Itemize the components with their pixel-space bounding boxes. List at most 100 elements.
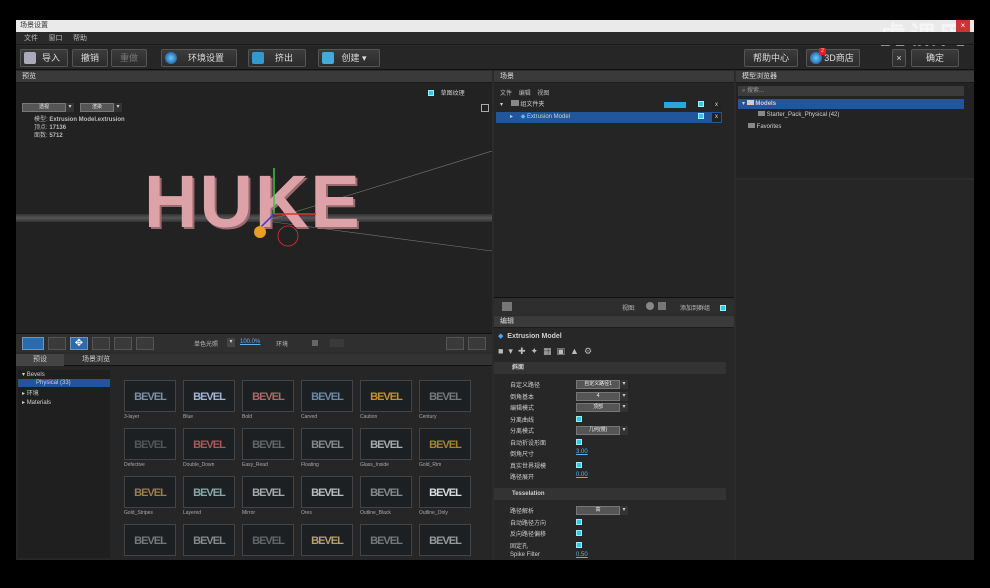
tree-item-materials[interactable]: ▸ Materials — [18, 398, 110, 407]
prop-checkbox[interactable] — [576, 438, 582, 445]
preset-thumb[interactable]: BEVEL — [124, 524, 176, 556]
import-button[interactable]: 导入 — [20, 49, 68, 67]
preview-tab[interactable]: 预览 — [16, 71, 492, 83]
preset-thumb[interactable]: BEVEL — [183, 380, 235, 412]
scene-menu-view[interactable]: 视图 — [537, 91, 549, 97]
window-close-icon[interactable]: × — [956, 20, 970, 32]
section-tesselation[interactable]: Tesselation — [494, 488, 726, 500]
scene-tab[interactable]: 场景 — [494, 71, 734, 83]
prop-dropdown[interactable]: 4 — [576, 391, 628, 401]
cancel-icon[interactable]: × — [892, 49, 906, 67]
env-swatch[interactable] — [330, 339, 344, 347]
group-toggle[interactable] — [664, 102, 686, 108]
create-button[interactable]: 创建 ▾ — [318, 49, 380, 67]
tree-item-env[interactable]: ▸ 环境 — [18, 387, 110, 398]
preset-thumb[interactable]: BEVEL — [419, 524, 471, 556]
preset-thumb[interactable]: BEVEL — [301, 428, 353, 460]
preset-thumb[interactable]: BEVEL — [360, 476, 412, 508]
menu-file[interactable]: 文件 — [24, 32, 38, 45]
preset-thumb[interactable]: BEVEL — [242, 380, 294, 412]
prop-dropdown[interactable]: 自定义路径1 — [576, 380, 628, 389]
prop-number[interactable]: 3.00 — [576, 449, 588, 455]
menu-help[interactable]: 帮助 — [73, 32, 87, 45]
render-dropdown[interactable]: 渲染 — [80, 103, 122, 112]
browser-item-starter-pack[interactable]: Starter_Pack_Physical (42) — [758, 111, 839, 118]
preset-thumb[interactable]: BEVEL — [124, 380, 176, 412]
scale-icon[interactable] — [114, 337, 132, 350]
prop-dropdown[interactable]: 高 — [576, 506, 628, 515]
prop-number[interactable]: 0.50 — [576, 552, 588, 558]
grid-icon[interactable] — [658, 302, 666, 310]
transform-gizmo[interactable] — [246, 166, 336, 256]
preset-thumb[interactable]: BEVEL — [242, 428, 294, 460]
preset-thumb[interactable]: BEVEL — [124, 428, 176, 460]
prop-checkbox[interactable] — [576, 461, 582, 468]
preset-thumb[interactable]: BEVEL — [360, 380, 412, 412]
move-icon[interactable]: ✥ — [70, 337, 88, 350]
view-dropdown[interactable]: 透视 — [22, 103, 74, 112]
prop-checkbox[interactable] — [576, 530, 582, 536]
section-bevel[interactable]: 斜面 — [494, 362, 726, 374]
add-to-group-checkbox[interactable] — [720, 302, 726, 312]
preset-thumb[interactable]: BEVEL — [183, 476, 235, 508]
menu-window[interactable]: 窗口 — [49, 32, 63, 45]
browser-item-models[interactable]: ▾ Models — [738, 99, 964, 109]
confirm-button[interactable]: 确定 — [911, 49, 959, 67]
group-folder-row[interactable]: ▾ 组文件夹 x — [496, 100, 722, 111]
rotate-icon[interactable] — [92, 337, 110, 350]
group-visible[interactable] — [698, 100, 704, 111]
scene-menu-edit[interactable]: 编辑 — [519, 91, 531, 97]
prop-checkbox[interactable] — [576, 415, 582, 422]
preset-thumb[interactable]: BEVEL — [360, 428, 412, 460]
environment-button[interactable]: 环境设置 — [161, 49, 237, 67]
view-icon[interactable] — [646, 302, 654, 310]
prop-checkbox[interactable] — [576, 518, 582, 525]
help-center-button[interactable]: 帮助中心 — [744, 49, 798, 67]
redo-button[interactable]: 重做 — [111, 49, 147, 67]
preset-thumb[interactable]: BEVEL — [419, 476, 471, 508]
prop-number[interactable]: 0.00 — [576, 472, 588, 478]
axis-icon[interactable] — [136, 337, 154, 350]
edit-tool-icons[interactable]: ■▾✚✦▦▣▲⚙ — [498, 346, 648, 358]
new-folder-icon[interactable] — [502, 302, 512, 311]
prop-checkbox[interactable] — [576, 541, 582, 548]
preset-thumb[interactable]: BEVEL — [183, 428, 235, 460]
preset-thumb[interactable]: BEVEL — [183, 524, 235, 556]
preset-thumb[interactable]: BEVEL — [419, 380, 471, 412]
group-close-icon[interactable]: x — [712, 101, 721, 110]
preset-thumb[interactable]: BEVEL — [124, 476, 176, 508]
texture-checkbox[interactable] — [428, 90, 434, 97]
tree-item-physical[interactable]: Physical (33) — [18, 379, 110, 387]
scene-menu-file[interactable]: 文件 — [500, 91, 512, 97]
screen-icon[interactable] — [468, 337, 486, 350]
undo-button[interactable]: 撤销 — [72, 49, 108, 67]
3d-store-button[interactable]: 3D商店 2 — [806, 48, 860, 67]
tab-presets[interactable]: 预设 — [16, 354, 64, 366]
zoom-value[interactable]: 100.0% — [240, 339, 260, 345]
reset-view-icon[interactable] — [446, 337, 464, 350]
browser-search-input[interactable]: ⌕ 搜索... — [738, 86, 964, 96]
preset-thumb[interactable]: BEVEL — [419, 428, 471, 460]
preset-thumb[interactable]: BEVEL — [301, 524, 353, 556]
item-visible[interactable] — [698, 112, 704, 123]
prop-dropdown[interactable]: 顶部 — [576, 403, 628, 412]
edit-tab[interactable]: 编辑 — [494, 316, 734, 328]
model-browser-tab[interactable]: 模型浏览器 — [736, 71, 974, 83]
preset-thumb[interactable]: BEVEL — [242, 476, 294, 508]
item-close-icon[interactable]: x — [712, 113, 721, 122]
preset-thumb[interactable]: BEVEL — [301, 476, 353, 508]
scene-item-extrusion[interactable]: ▸ ◆ Extrusion Model x — [496, 112, 722, 123]
preset-thumb[interactable]: BEVEL — [301, 380, 353, 412]
light-dropdown-icon[interactable]: ▾ — [227, 338, 235, 347]
preset-thumb[interactable]: BEVEL — [360, 524, 412, 556]
browser-item-favorites[interactable]: Favorites — [748, 123, 781, 130]
env-checkbox[interactable] — [312, 340, 318, 346]
tab-scene-browse[interactable]: 场景浏览 — [66, 354, 126, 366]
select-icon[interactable] — [48, 337, 66, 350]
tree-item-bevels[interactable]: ▾ Bevels — [18, 370, 110, 379]
extrude-button[interactable]: 挤出 — [248, 49, 306, 67]
prop-dropdown[interactable]: 几何(慢) — [576, 426, 628, 435]
expand-icon[interactable] — [481, 104, 489, 112]
texture-toggle[interactable]: 草图纹理 — [428, 88, 465, 97]
camera-icon[interactable] — [22, 337, 44, 350]
